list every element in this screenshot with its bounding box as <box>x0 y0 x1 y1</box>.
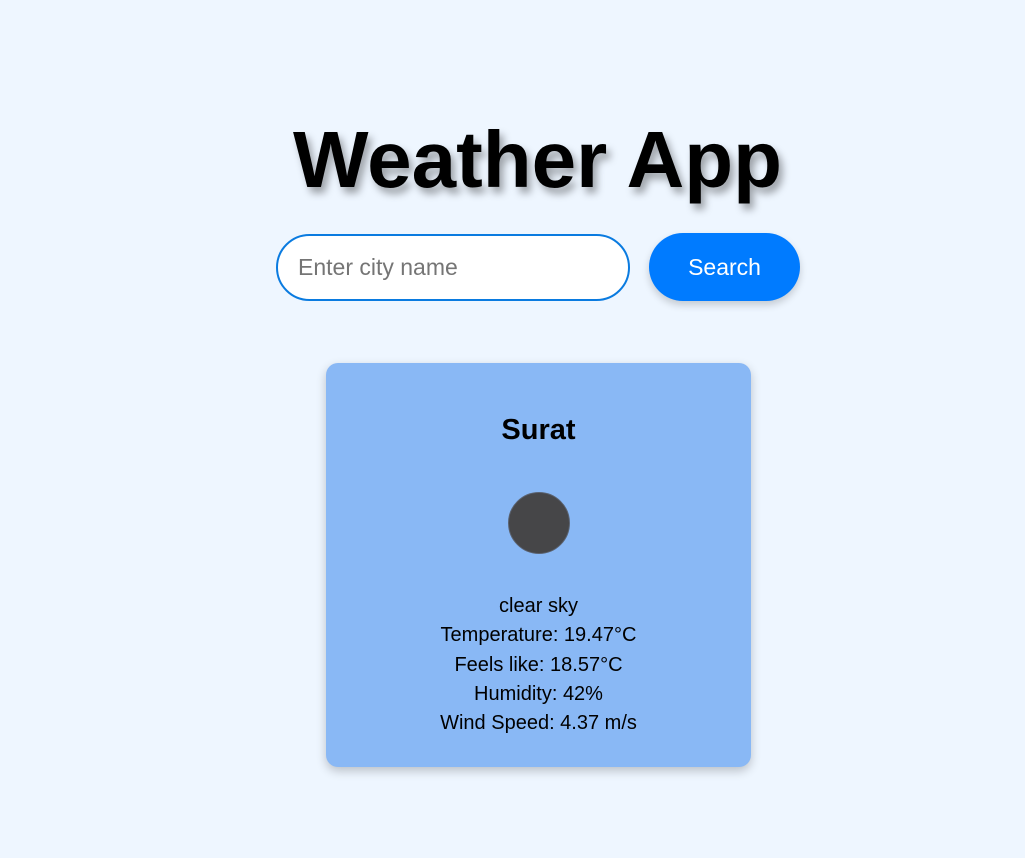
search-button[interactable]: Search <box>649 233 800 301</box>
weather-description: clear sky <box>499 595 578 617</box>
feels-like-text: Feels like: 18.57°C <box>454 653 623 676</box>
weather-card: Surat clear sky Temperature: 19.47°C Fee… <box>326 363 751 767</box>
city-name: Surat <box>501 414 576 446</box>
humidity-text: Humidity: 42% <box>474 682 603 705</box>
temperature-text: Temperature: 19.47°C <box>440 624 637 647</box>
weather-icon <box>508 492 570 554</box>
page-title: Weather App <box>293 115 782 204</box>
search-bar: Search <box>276 233 800 301</box>
wind-speed-text: Wind Speed: 4.37 m/s <box>440 712 637 735</box>
weather-details: clear sky Temperature: 19.47°C Feels lik… <box>326 592 751 738</box>
city-search-input[interactable] <box>276 233 630 301</box>
